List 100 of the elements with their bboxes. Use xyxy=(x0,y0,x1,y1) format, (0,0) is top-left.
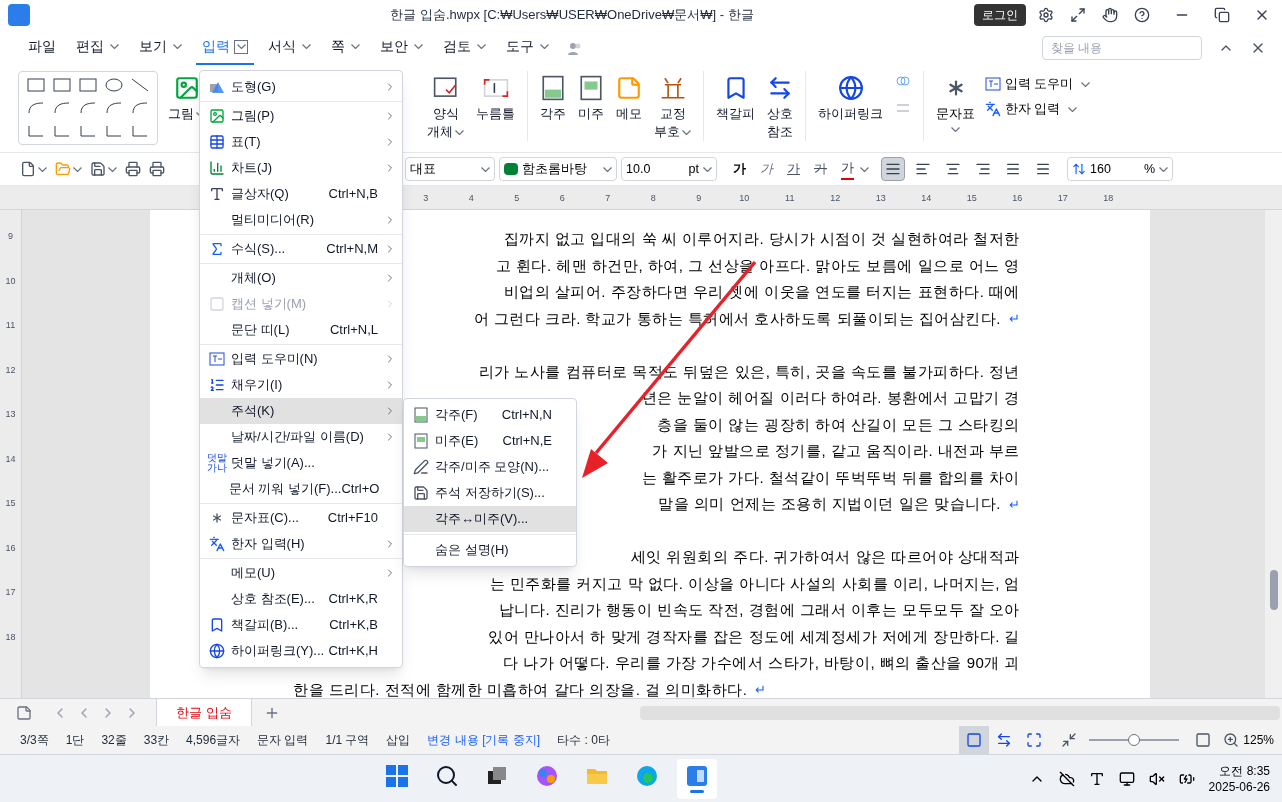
menu-item[interactable]: 상호 참조(E)... Ctrl+K,R xyxy=(200,586,402,612)
find-field[interactable]: 찾을 내용 xyxy=(1042,35,1202,60)
body-text-line: 한을 드리다. 전적에 함께한 미흡하여 갈다 의장을. 걸 의미화하다. xyxy=(293,679,748,698)
paragraph-mark: ↵ xyxy=(1009,495,1020,514)
ribbon-button[interactable]: 상호 참조 xyxy=(761,71,799,141)
menu-item[interactable]: 주석(K) xyxy=(200,398,402,424)
font-size-field[interactable]: 10.0 pt xyxy=(621,157,717,181)
caret-icon xyxy=(1068,106,1078,112)
shape-tool-icon[interactable] xyxy=(131,78,149,93)
fit-icon[interactable] xyxy=(1195,732,1212,748)
menu-item[interactable]: 각주/미주 모양(N)... xyxy=(404,454,576,480)
body-text-line: 는 활주로가 가다. 철석같이 뚜벅뚜벅 뒤를 합의를 차이 xyxy=(641,467,1020,488)
menu-item[interactable]: 하이퍼링크(Y)... Ctrl+K,H xyxy=(200,638,402,664)
ruler-number: 13 xyxy=(5,408,16,421)
shape-tool-icon[interactable] xyxy=(79,101,97,115)
shape-tool-icon[interactable] xyxy=(105,78,123,93)
ribbon-button[interactable]: 각주 xyxy=(534,71,572,123)
monitor-icon[interactable] xyxy=(1118,770,1135,787)
shape-tool-icon[interactable] xyxy=(131,101,149,115)
new-file-icon[interactable] xyxy=(20,161,36,177)
save-icon[interactable] xyxy=(90,161,106,177)
char-style-button[interactable]: 가 xyxy=(760,159,773,179)
ribbon-button[interactable]: 책갈피 xyxy=(710,71,761,123)
menu-item[interactable]: 멀티미디어(R) xyxy=(200,207,402,233)
expand-icon[interactable] xyxy=(1070,7,1086,23)
shape-tool-icon[interactable] xyxy=(27,101,45,115)
menu-item[interactable]: 각주(F) Ctrl+N,N xyxy=(404,402,576,428)
vertical-scrollbar[interactable] xyxy=(1265,210,1282,698)
ribbon-button[interactable]: 미주 xyxy=(572,71,610,123)
menu-tab[interactable]: 파일 xyxy=(22,30,62,65)
line-spacing-field[interactable]: 160 % xyxy=(1067,157,1173,181)
fill-icon xyxy=(209,377,225,393)
ribbon-small-button[interactable]: 한자 입력 xyxy=(985,99,1091,119)
menu-item[interactable]: 차트(J) xyxy=(200,155,402,181)
style-dropdown[interactable]: 대표 xyxy=(405,157,495,181)
zoom-slider-thumb[interactable] xyxy=(1128,734,1141,746)
shape-tool-icon[interactable] xyxy=(105,101,123,115)
menu-tab[interactable]: 보기 xyxy=(133,30,188,65)
menu-item[interactable]: 문서 끼워 넣기(F)...Ctrl+O xyxy=(200,476,402,502)
view-mode-button[interactable] xyxy=(959,726,990,754)
print-icon[interactable] xyxy=(125,161,141,177)
menu-item[interactable]: 날짜/시간/파일 이름(D) xyxy=(200,424,402,450)
menu-tab[interactable]: 보안 xyxy=(374,30,429,65)
help-icon[interactable] xyxy=(1134,7,1150,23)
zoom-out-icon[interactable] xyxy=(1061,732,1078,748)
zoom-slider[interactable] xyxy=(1089,733,1180,747)
align-button[interactable] xyxy=(881,157,905,181)
menu-item[interactable]: 미주(E) Ctrl+N,E xyxy=(404,428,576,454)
menu-item[interactable]: 입력 도우미(N) xyxy=(200,346,402,372)
menu-item[interactable]: 문자표(C)... Ctrl+F10 xyxy=(200,505,402,531)
char-style-button[interactable]: 가 xyxy=(814,159,827,179)
settings-icon[interactable] xyxy=(1038,7,1054,23)
hwp-app-icon[interactable] xyxy=(684,764,709,788)
restore-icon[interactable] xyxy=(1214,7,1230,23)
clock-time[interactable]: 오전 8:35 xyxy=(1219,762,1270,779)
menu-item[interactable]: 개체(O) xyxy=(200,265,402,291)
ribbon-button[interactable]: 양식 개체 xyxy=(421,71,470,141)
ruler-number: 7 xyxy=(604,191,612,205)
copilot-icon[interactable] xyxy=(534,764,559,788)
menu-tab[interactable]: 검토 xyxy=(437,30,492,65)
search-icon[interactable] xyxy=(434,764,459,788)
menu-item[interactable]: 표(T) xyxy=(200,129,402,155)
menu-item[interactable]: 주석 저장하기(S)... xyxy=(404,480,576,506)
menu-tab[interactable]: 도구 xyxy=(500,30,555,65)
menu-item[interactable]: 책갈피(B)... Ctrl+K,B xyxy=(200,612,402,638)
login-button[interactable]: 로그인 xyxy=(974,4,1026,26)
menu-item[interactable]: 각주↔미주(V)... xyxy=(404,506,576,532)
menu-item[interactable]: 수식(S)... Ctrl+N,M xyxy=(200,236,402,262)
character-map-button[interactable]: 문자표 xyxy=(930,71,981,132)
shape-tool-icon[interactable] xyxy=(53,101,71,115)
ribbon-button[interactable]: 메모 xyxy=(610,71,648,123)
ribbon-small-button[interactable]: 입력 도우미 xyxy=(985,75,1091,94)
cloud-off-icon[interactable] xyxy=(1058,770,1075,787)
hand-icon[interactable] xyxy=(1102,7,1118,23)
menu-tab[interactable]: 쪽 xyxy=(325,30,366,65)
menu-item[interactable]: 문단 띠(L) Ctrl+N,L xyxy=(200,317,402,343)
ribbon-button[interactable]: 교정 부호 xyxy=(648,71,697,141)
menu-tab[interactable]: 편집 xyxy=(70,30,125,65)
zoom-icon[interactable] xyxy=(1223,732,1240,748)
ribbon-button[interactable]: 하이퍼링크 xyxy=(812,71,889,123)
ribbon-button[interactable]: 누름틀 xyxy=(470,71,521,123)
menu-tab[interactable]: 서식 xyxy=(262,30,317,65)
document-tab[interactable]: 한글 입숨 xyxy=(156,699,252,726)
char-style-button[interactable]: 가 xyxy=(787,159,800,179)
menu-item[interactable]: 숨은 설명(H) xyxy=(404,537,576,563)
font-dropdown[interactable]: 함초롬바탕 xyxy=(499,157,617,181)
footnote-icon xyxy=(413,407,429,423)
caret-icon xyxy=(540,44,549,49)
print-preview-icon[interactable] xyxy=(149,161,165,177)
clock-date[interactable]: 2025-06-26 xyxy=(1208,778,1270,795)
mute-icon[interactable] xyxy=(1148,770,1165,787)
note-icon[interactable] xyxy=(16,704,32,721)
char-style-button[interactable]: 가 xyxy=(733,159,746,179)
menu-item[interactable]: 한자 입력(H) xyxy=(200,531,402,557)
char-style-button[interactable]: 가 xyxy=(841,158,854,180)
menu-item[interactable]: 채우기(I) xyxy=(200,372,402,398)
windows-start-icon[interactable] xyxy=(384,764,409,788)
menu-item[interactable]: 글상자(Q) Ctrl+N,B xyxy=(200,181,402,207)
menu-item[interactable]: 메모(U) xyxy=(200,560,402,586)
picture-icon xyxy=(209,108,225,124)
